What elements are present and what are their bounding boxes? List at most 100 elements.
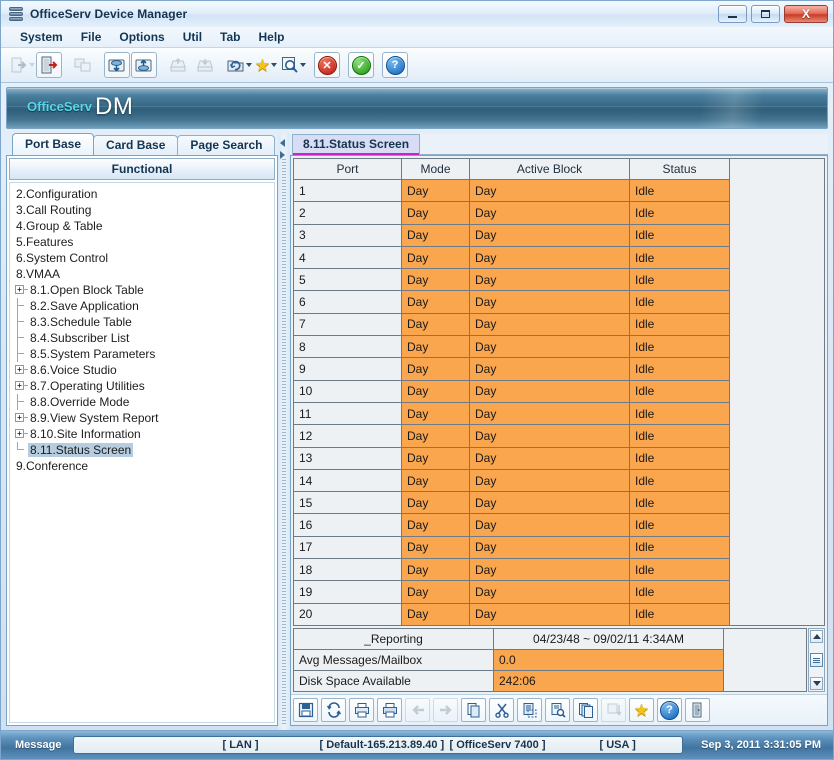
table-row[interactable]: 20 Day Day Idle bbox=[293, 602, 730, 627]
tab-status-screen[interactable]: 8.11.Status Screen bbox=[292, 134, 421, 155]
tree-item[interactable]: 9.Conference bbox=[10, 458, 274, 474]
tab-port-base[interactable]: Port Base bbox=[12, 133, 95, 155]
expand-plus-icon[interactable]: + bbox=[15, 381, 24, 390]
tree-item[interactable]: +8.1.Open Block Table bbox=[10, 282, 274, 298]
sort-descending-icon bbox=[606, 702, 622, 718]
table-row[interactable]: 13 Day Day Idle bbox=[293, 446, 730, 470]
apply-button[interactable]: ✓ bbox=[348, 52, 374, 78]
tree-item[interactable]: +8.9.View System Report bbox=[10, 410, 274, 426]
expand-plus-icon[interactable]: + bbox=[15, 429, 24, 438]
table-row[interactable]: 18 Day Day Idle bbox=[293, 558, 730, 582]
table-row[interactable]: 1 Day Day Idle bbox=[293, 178, 730, 203]
help-button[interactable]: ? bbox=[382, 52, 408, 78]
column-header-mode[interactable]: Mode bbox=[401, 158, 470, 180]
print-preview-button[interactable] bbox=[349, 698, 374, 722]
expand-plus-icon[interactable]: + bbox=[15, 285, 24, 294]
tab-page-search[interactable]: Page Search bbox=[177, 135, 276, 155]
table-row[interactable]: 2 Day Day Idle bbox=[293, 201, 730, 225]
table-row[interactable]: 4 Day Day Idle bbox=[293, 245, 730, 270]
download-db-button[interactable] bbox=[131, 52, 157, 78]
menu-item-file[interactable]: File bbox=[72, 28, 111, 46]
refresh-button[interactable] bbox=[226, 52, 252, 78]
refresh-folder-icon bbox=[227, 56, 245, 74]
tree-item[interactable]: 8.8.Override Mode bbox=[10, 394, 274, 410]
table-row[interactable]: 16 Day Day Idle bbox=[293, 513, 730, 537]
table-row[interactable]: 11 Day Day Idle bbox=[293, 401, 730, 426]
table-row[interactable]: 9 Day Day Idle bbox=[293, 357, 730, 381]
table-row[interactable]: 15 Day Day Idle bbox=[293, 491, 730, 515]
scroll-down-button[interactable] bbox=[810, 677, 823, 690]
paste-button[interactable] bbox=[517, 698, 542, 722]
favorite-button[interactable]: ★ bbox=[629, 698, 654, 722]
tree-item[interactable]: 8.11.Status Screen bbox=[10, 442, 274, 458]
column-header-active-block[interactable]: Active Block bbox=[469, 158, 630, 180]
expand-right-icon[interactable] bbox=[280, 151, 285, 159]
cancel-button[interactable]: ✕ bbox=[314, 52, 340, 78]
column-header-port[interactable]: Port bbox=[293, 158, 402, 180]
table-row[interactable]: 17 Day Day Idle bbox=[293, 535, 730, 560]
maximize-button[interactable] bbox=[751, 5, 780, 23]
save-button[interactable] bbox=[293, 698, 318, 722]
search-button[interactable] bbox=[280, 52, 306, 78]
scroll-up-button[interactable] bbox=[810, 630, 823, 643]
help-button[interactable]: ? bbox=[657, 698, 682, 722]
table-row[interactable]: 14 Day Day Idle bbox=[293, 468, 730, 493]
table-row[interactable]: 12 Day Day Idle bbox=[293, 424, 730, 448]
exit-button[interactable] bbox=[685, 698, 710, 722]
tree-item[interactable]: 3.Call Routing bbox=[10, 202, 274, 218]
table-row[interactable]: 10 Day Day Idle bbox=[293, 379, 730, 403]
tree-item[interactable]: 8.VMAA bbox=[10, 266, 274, 282]
tab-card-base[interactable]: Card Base bbox=[93, 135, 179, 155]
export-button[interactable] bbox=[165, 52, 191, 78]
tree-item[interactable]: 2.Configuration bbox=[10, 186, 274, 202]
table-row[interactable]: 6 Day Day Idle bbox=[293, 290, 730, 314]
find-button[interactable] bbox=[545, 698, 570, 722]
menu-item-tab[interactable]: Tab bbox=[211, 28, 249, 46]
close-button[interactable]: X bbox=[784, 5, 828, 23]
favorites-button[interactable]: ★ bbox=[253, 52, 279, 78]
expand-plus-icon[interactable]: + bbox=[15, 413, 24, 422]
table-row[interactable]: 5 Day Day Idle bbox=[293, 268, 730, 292]
tree-item[interactable]: 8.5.System Parameters bbox=[10, 346, 274, 362]
menu-item-help[interactable]: Help bbox=[250, 28, 294, 46]
sort-button[interactable] bbox=[601, 698, 626, 722]
reporting-scrollbar[interactable] bbox=[808, 628, 825, 692]
logout-button[interactable] bbox=[36, 52, 62, 78]
table-row[interactable]: 19 Day Day Idle bbox=[293, 580, 730, 604]
tree-item[interactable]: +8.10.Site Information bbox=[10, 426, 274, 442]
tree-item[interactable]: +8.6.Voice Studio bbox=[10, 362, 274, 378]
login-button[interactable] bbox=[9, 52, 35, 78]
functional-tree[interactable]: 2.Configuration 3.Call Routing 4.Group & T… bbox=[9, 182, 275, 723]
expand-plus-icon[interactable]: + bbox=[15, 365, 24, 374]
pane-splitter[interactable] bbox=[278, 133, 290, 730]
collapse-left-icon[interactable] bbox=[280, 139, 285, 147]
print-button[interactable] bbox=[377, 698, 402, 722]
minimize-button[interactable] bbox=[718, 5, 747, 23]
column-header-status[interactable]: Status bbox=[629, 158, 730, 180]
tree-item[interactable]: 8.3.Schedule Table bbox=[10, 314, 274, 330]
tree-item[interactable]: 5.Features bbox=[10, 234, 274, 250]
menu-item-util[interactable]: Util bbox=[174, 28, 211, 46]
printer-preview-icon bbox=[354, 702, 370, 718]
copy-button[interactable] bbox=[461, 698, 486, 722]
cut-button[interactable] bbox=[489, 698, 514, 722]
refresh-button[interactable] bbox=[321, 698, 346, 722]
upload-db-button[interactable] bbox=[104, 52, 130, 78]
tree-item[interactable]: 8.2.Save Application bbox=[10, 298, 274, 314]
menu-item-options[interactable]: Options bbox=[110, 28, 173, 46]
table-row[interactable]: 7 Day Day Idle bbox=[293, 312, 730, 337]
table-row[interactable]: 3 Day Day Idle bbox=[293, 223, 730, 247]
tree-item[interactable]: 6.System Control bbox=[10, 250, 274, 266]
duplicate-button[interactable] bbox=[573, 698, 598, 722]
back-button[interactable] bbox=[405, 698, 430, 722]
import-button[interactable] bbox=[192, 52, 218, 78]
forward-button[interactable] bbox=[433, 698, 458, 722]
table-row[interactable]: 8 Day Day Idle bbox=[293, 335, 730, 359]
tree-item[interactable]: 4.Group & Table bbox=[10, 218, 274, 234]
close-icon: X bbox=[801, 7, 810, 21]
tree-item[interactable]: +8.7.Operating Utilities bbox=[10, 378, 274, 394]
tree-item[interactable]: 8.4.Subscriber List bbox=[10, 330, 274, 346]
scrollbar-thumb[interactable] bbox=[810, 653, 823, 667]
device-list-button[interactable] bbox=[70, 52, 96, 78]
menu-item-system[interactable]: System bbox=[11, 28, 72, 46]
